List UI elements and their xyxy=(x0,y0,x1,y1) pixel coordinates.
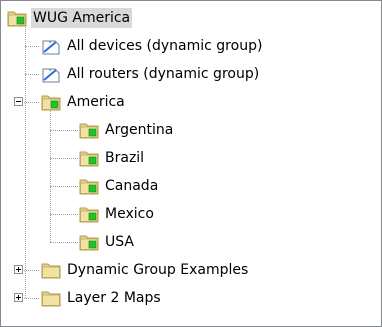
tree-node-canada[interactable]: Canada xyxy=(79,173,160,199)
tree-connector xyxy=(25,27,26,298)
tree-node-usa[interactable]: USA xyxy=(79,229,136,255)
tree-node-brazil[interactable]: Brazil xyxy=(79,145,146,171)
tree-node-label: Mexico xyxy=(105,206,154,222)
tree-node-argentina[interactable]: Argentina xyxy=(79,117,175,143)
tree-node-label: All devices (dynamic group) xyxy=(67,38,263,54)
tree-connector xyxy=(25,46,39,47)
folder-icon xyxy=(41,261,61,279)
tree-node-america[interactable]: America xyxy=(41,89,127,115)
folder-green-icon xyxy=(41,93,61,111)
tree-connector xyxy=(21,298,39,299)
tree-node-layer-2-maps[interactable]: Layer 2 Maps xyxy=(41,285,163,311)
collapse-toggle-america[interactable] xyxy=(14,97,23,106)
tree-connector xyxy=(21,270,39,271)
folder-green-icon xyxy=(79,233,99,251)
folder-green-icon xyxy=(79,121,99,139)
dynamic-group-icon xyxy=(41,65,61,83)
tree-node-label: America xyxy=(67,94,125,110)
tree-node-label: All routers (dynamic group) xyxy=(67,66,260,82)
tree-node-label: WUG America xyxy=(31,8,133,28)
folder-green-icon xyxy=(79,205,99,223)
tree-connector xyxy=(50,242,78,243)
tree-node-all-routers[interactable]: All routers (dynamic group) xyxy=(41,61,261,87)
folder-green-icon xyxy=(7,9,27,27)
tree-node-dynamic-group-examples[interactable]: Dynamic Group Examples xyxy=(41,257,250,283)
tree-node-label: Argentina xyxy=(105,122,174,138)
tree-connector xyxy=(50,158,78,159)
tree-node-wug-america[interactable]: WUG America xyxy=(7,5,133,31)
dynamic-group-icon xyxy=(41,37,61,55)
tree-node-label: Canada xyxy=(105,178,159,194)
tree-connector xyxy=(50,130,78,131)
tree-connector xyxy=(25,74,39,75)
tree-node-label: Dynamic Group Examples xyxy=(67,262,249,278)
folder-green-icon xyxy=(79,177,99,195)
expand-toggle-dynamic-group-examples[interactable] xyxy=(14,265,23,274)
tree-node-label: Brazil xyxy=(105,150,145,166)
tree-connector xyxy=(50,214,78,215)
tree-node-all-devices[interactable]: All devices (dynamic group) xyxy=(41,33,264,59)
tree-node-label: USA xyxy=(105,234,134,250)
tree-connector xyxy=(21,102,39,103)
folder-icon xyxy=(41,289,61,307)
tree-connector xyxy=(50,186,78,187)
tree-node-mexico[interactable]: Mexico xyxy=(79,201,156,227)
device-tree[interactable]: WUG America All devices (dynamic group) … xyxy=(0,0,382,327)
folder-green-icon xyxy=(79,149,99,167)
expand-toggle-layer-2-maps[interactable] xyxy=(14,293,23,302)
tree-node-label: Layer 2 Maps xyxy=(67,290,161,306)
